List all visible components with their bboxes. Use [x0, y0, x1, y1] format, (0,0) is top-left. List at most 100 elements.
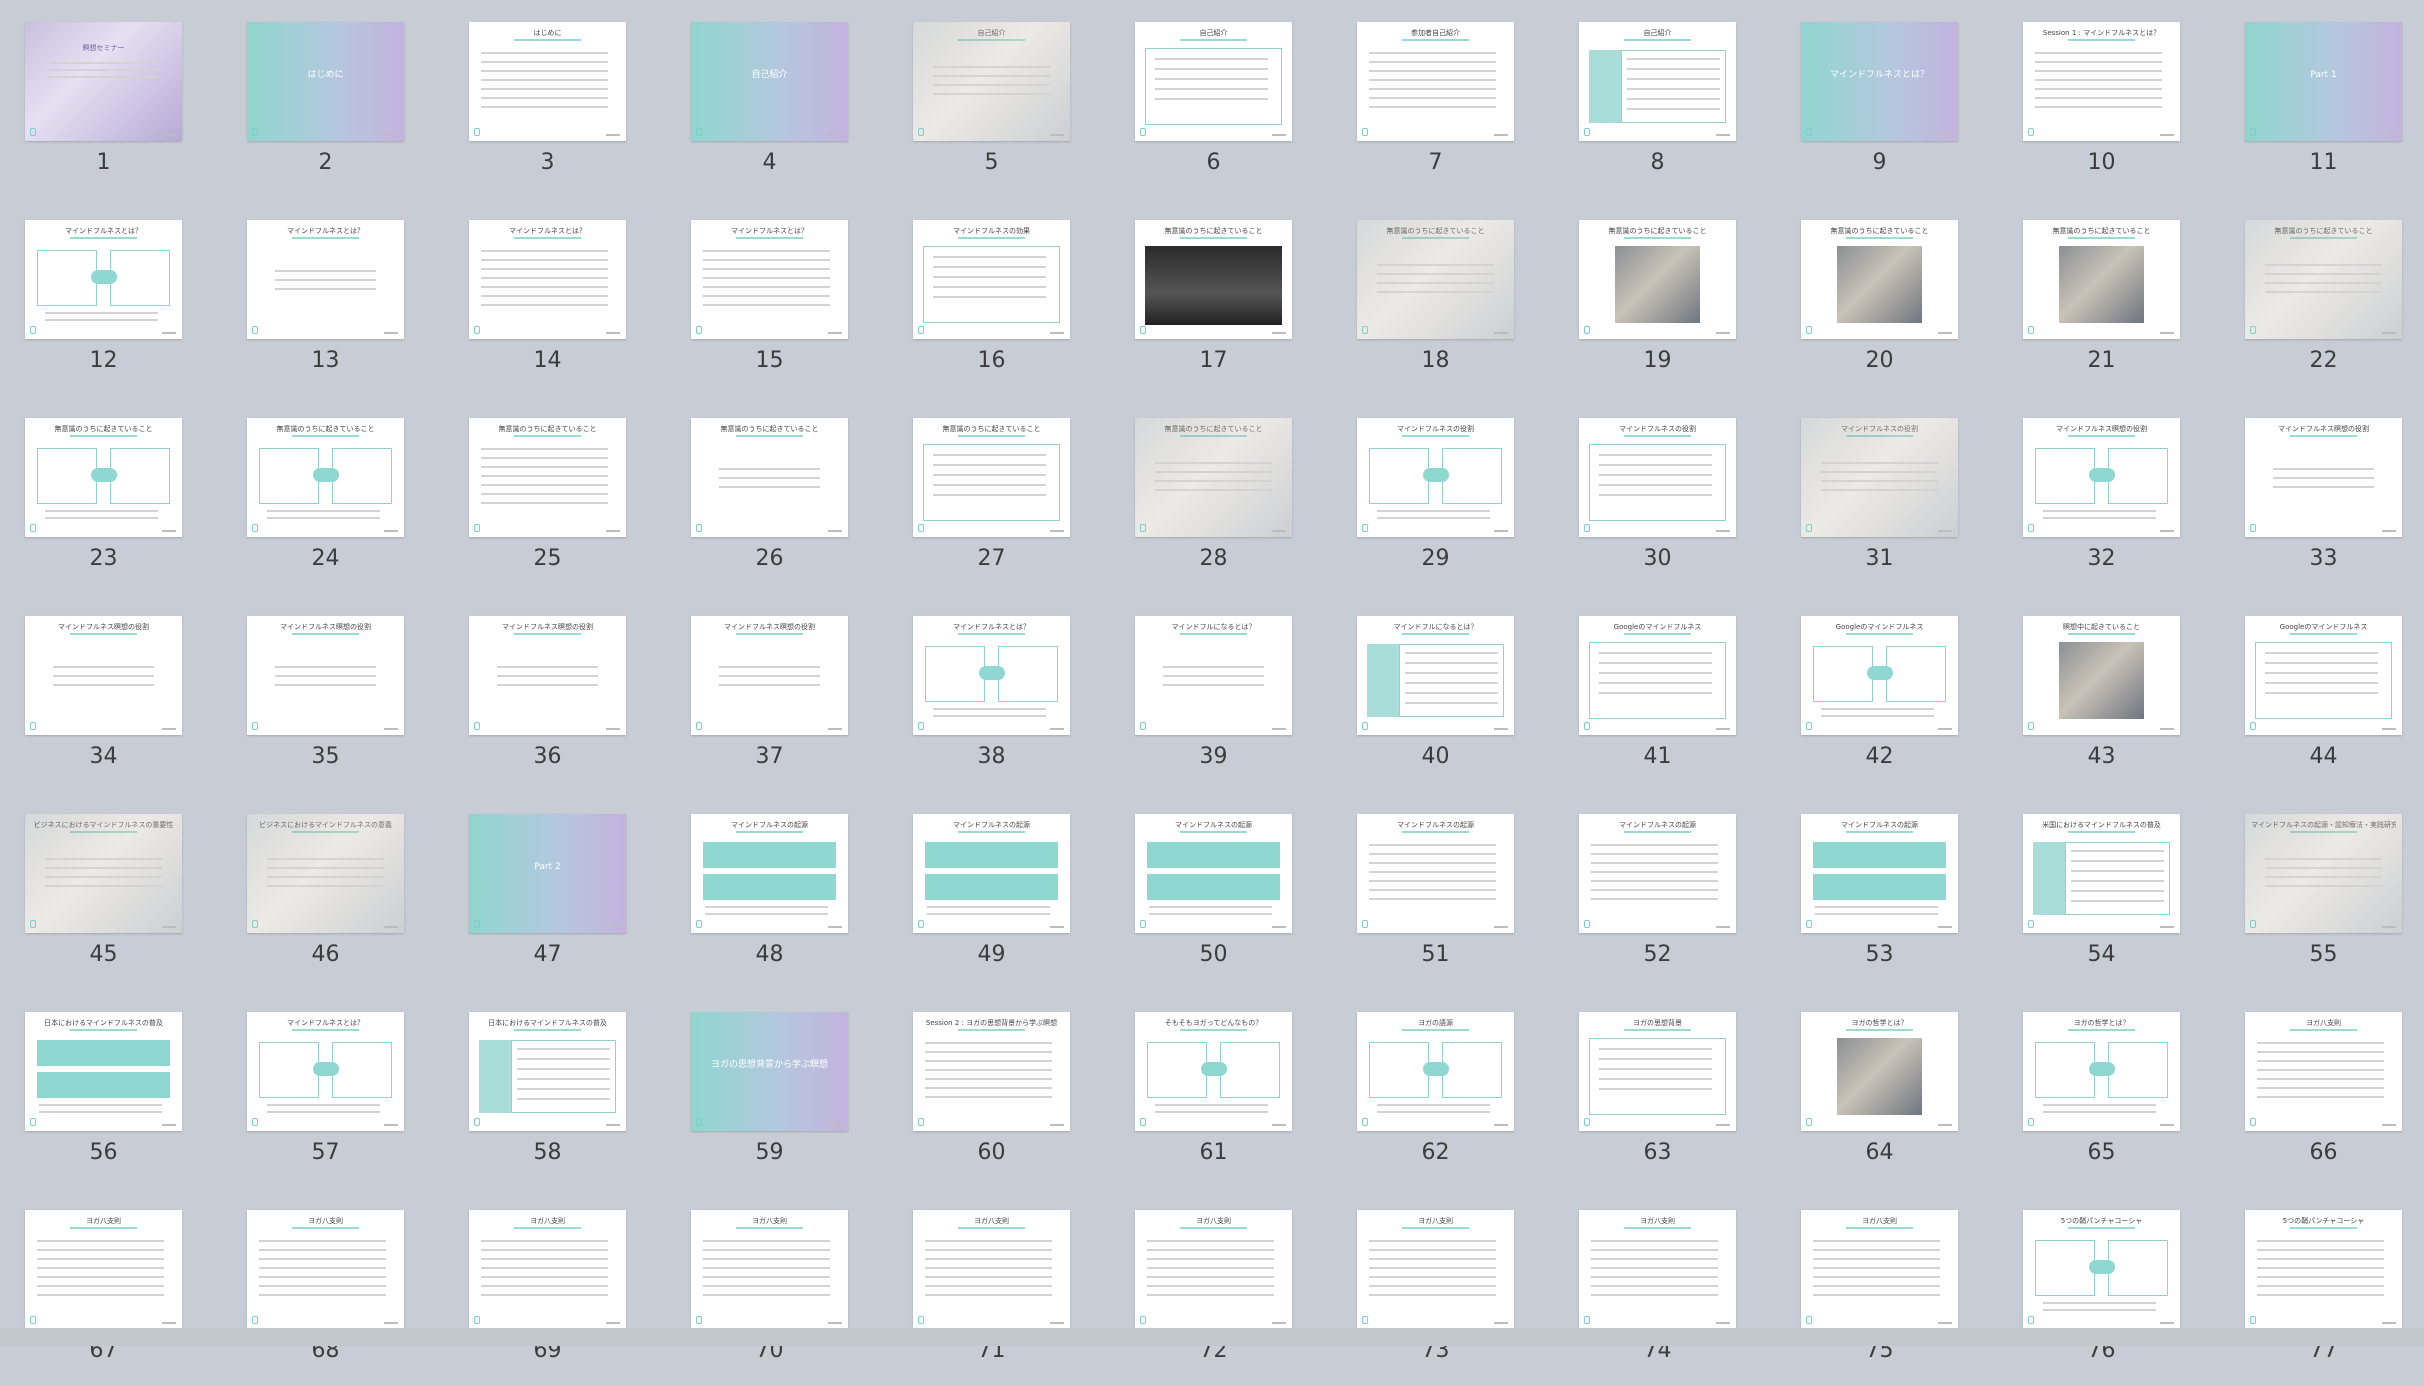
- slide-photo: [1837, 246, 1922, 323]
- slide-thumbnail[interactable]: マインドフルネス瞑想の役割: [469, 616, 626, 735]
- slide-thumbnail[interactable]: 無意識のうちに起きていること: [1579, 220, 1736, 339]
- slide-thumbnail[interactable]: マインドフルネス瞑想の役割: [25, 616, 182, 735]
- slide-thumbnail[interactable]: 無意識のうちに起きていること: [247, 418, 404, 537]
- slide-thumbnail[interactable]: マインドフルネス瞑想の役割: [2245, 418, 2402, 537]
- slide-thumbnail[interactable]: ヨガの語源: [1357, 1012, 1514, 1131]
- slide-thumbnail[interactable]: 5つの鞘パンチャコーシャ: [2023, 1210, 2180, 1329]
- slide-title: 自己紹介: [1199, 29, 1228, 37]
- slide-thumbnail[interactable]: マインドフルネスの起源: [913, 814, 1070, 933]
- text-line: [1155, 58, 1268, 60]
- slide-thumbnail[interactable]: マインドフルネスの効果: [913, 220, 1070, 339]
- slide-thumbnail[interactable]: マインドフルネスとは？: [691, 220, 848, 339]
- slide-thumbnail[interactable]: 自己紹介: [691, 22, 848, 141]
- slide-thumbnail[interactable]: ヨガ八支則: [2245, 1012, 2402, 1131]
- text-line: [1591, 1285, 1718, 1287]
- slide-thumbnail[interactable]: 無意識のうちに起きていること: [2023, 220, 2180, 339]
- slide-thumbnail[interactable]: Part 1: [2245, 22, 2402, 141]
- slide-thumbnail[interactable]: 自己紹介: [1135, 22, 1292, 141]
- slide-thumbnail[interactable]: ヨガの哲学とは？: [1801, 1012, 1958, 1131]
- slide-thumbnail[interactable]: 日本におけるマインドフルネスの普及: [469, 1012, 626, 1131]
- slide-thumbnail[interactable]: マインドフルネス瞑想の役割: [247, 616, 404, 735]
- slide-thumbnail[interactable]: マインドフルネス瞑想の役割: [2023, 418, 2180, 537]
- slide-thumbnail[interactable]: マインドフルネスとは？: [25, 220, 182, 339]
- slide-thumbnail[interactable]: そもそもヨガってどんなもの？: [1135, 1012, 1292, 1131]
- footer-logo-icon: [474, 326, 480, 334]
- slide-thumbnail[interactable]: ヨガの思想背景から学ぶ瞑想: [691, 1012, 848, 1131]
- text-line: [481, 475, 608, 477]
- slide-thumbnail-cell: 参加者自己紹介 7: [1332, 0, 1554, 198]
- slide-thumbnail[interactable]: マインドフルネスの起源: [1579, 814, 1736, 933]
- slide-thumbnail[interactable]: 無意識のうちに起きていること: [691, 418, 848, 537]
- slide-thumbnail[interactable]: 参加者自己紹介: [1357, 22, 1514, 141]
- footer-text: [828, 332, 842, 334]
- text-line: [705, 906, 828, 908]
- slide-thumbnail[interactable]: 無意識のうちに起きていること: [913, 418, 1070, 537]
- slide-thumbnail[interactable]: 自己紹介: [1579, 22, 1736, 141]
- slide-thumbnail[interactable]: マインドフルネスの起源: [1801, 814, 1958, 933]
- slide-thumbnail[interactable]: Session 2 : ヨガの思想背景から学ぶ瞑想: [913, 1012, 1070, 1131]
- text-line: [2265, 672, 2378, 674]
- slide-thumbnail[interactable]: マインドフルネスとは？: [469, 220, 626, 339]
- slide-thumbnail[interactable]: マインドフルネスとは？: [913, 616, 1070, 735]
- slide-thumbnail[interactable]: Googleのマインドフルネス: [2245, 616, 2402, 735]
- slide-number: 36: [533, 744, 562, 769]
- slide-thumbnail[interactable]: マインドフルネスとは？: [247, 220, 404, 339]
- footer-text: [1050, 134, 1064, 136]
- slide-thumbnail[interactable]: ビジネスにおけるマインドフルネスの重要性: [25, 814, 182, 933]
- slide-thumbnail[interactable]: ヨガ八支則: [1579, 1210, 1736, 1329]
- slide-thumbnail[interactable]: 日本におけるマインドフルネスの普及: [25, 1012, 182, 1131]
- slide-thumbnail[interactable]: 無意識のうちに起きていること: [1801, 220, 1958, 339]
- slide-thumbnail[interactable]: ヨガ八支則: [1357, 1210, 1514, 1329]
- slide-thumbnail[interactable]: ヨガ八支則: [691, 1210, 848, 1329]
- footer-text: [1050, 1322, 1064, 1324]
- slide-thumbnail[interactable]: マインドフルネスの起源・認知療法・実践研究: [2245, 814, 2402, 933]
- text-line: [1599, 484, 1712, 486]
- slide-thumbnail[interactable]: マインドフルネス瞑想の役割: [691, 616, 848, 735]
- slide-thumbnail[interactable]: Part 2: [469, 814, 626, 933]
- text-line: [481, 1258, 608, 1260]
- slide-thumbnail[interactable]: マインドフルネスの起源: [1135, 814, 1292, 933]
- slide-thumbnail[interactable]: ヨガ八支則: [1801, 1210, 1958, 1329]
- slide-thumbnail[interactable]: はじめに: [469, 22, 626, 141]
- slide-thumbnail[interactable]: 米国におけるマインドフルネスの普及: [2023, 814, 2180, 933]
- text-line: [719, 468, 820, 470]
- slide-thumbnail[interactable]: Googleのマインドフルネス: [1801, 616, 1958, 735]
- diagram-box: [1813, 646, 1873, 702]
- text-line: [45, 319, 158, 321]
- slide-thumbnail[interactable]: ヨガの思想背景: [1579, 1012, 1736, 1131]
- subtitle-line: [1402, 1029, 1469, 1031]
- slide-thumbnail[interactable]: 瞑想セミナー: [25, 22, 182, 141]
- slide-thumbnail[interactable]: 自己紹介: [913, 22, 1070, 141]
- slide-thumbnail[interactable]: マインドフルネスの役割: [1801, 418, 1958, 537]
- slide-thumbnail[interactable]: ヨガ八支則: [1135, 1210, 1292, 1329]
- slide-thumbnail[interactable]: 無意識のうちに起きていること: [2245, 220, 2402, 339]
- slide-thumbnail[interactable]: 瞑想中に起きていること: [2023, 616, 2180, 735]
- slide-thumbnail[interactable]: 無意識のうちに起きていること: [1135, 220, 1292, 339]
- slide-thumbnail[interactable]: マインドフルネスとは？: [247, 1012, 404, 1131]
- slide-thumbnail[interactable]: ヨガ八支則: [469, 1210, 626, 1329]
- slide-thumbnail[interactable]: ヨガ八支則: [247, 1210, 404, 1329]
- slide-thumbnail[interactable]: はじめに: [247, 22, 404, 141]
- slide-thumbnail[interactable]: マインドフルネスの起源: [691, 814, 848, 933]
- horizontal-scrollbar[interactable]: [0, 1328, 2424, 1346]
- slide-thumbnail[interactable]: Session 1 : マインドフルネスとは？: [2023, 22, 2180, 141]
- slide-thumbnail[interactable]: ヨガ八支則: [25, 1210, 182, 1329]
- slide-thumbnail[interactable]: Googleのマインドフルネス: [1579, 616, 1736, 735]
- slide-thumbnail[interactable]: マインドフルになるとは？: [1135, 616, 1292, 735]
- slide-thumbnail[interactable]: マインドフルネスの起源: [1357, 814, 1514, 933]
- slide-thumbnail[interactable]: 5つの鞘パンチャコーシャ: [2245, 1210, 2402, 1329]
- slide-thumbnail[interactable]: マインドフルネスとは？: [1801, 22, 1958, 141]
- slide-thumbnail[interactable]: ビジネスにおけるマインドフルネスの意義: [247, 814, 404, 933]
- slide-thumbnail[interactable]: ヨガ八支則: [913, 1210, 1070, 1329]
- text-line: [1155, 68, 1268, 70]
- text-line: [1147, 1276, 1274, 1278]
- text-line: [37, 1240, 164, 1242]
- slide-thumbnail[interactable]: マインドフルになるとは？: [1357, 616, 1514, 735]
- slide-thumbnail[interactable]: 無意識のうちに起きていること: [25, 418, 182, 537]
- slide-thumbnail[interactable]: 無意識のうちに起きていること: [1357, 220, 1514, 339]
- slide-thumbnail[interactable]: 無意識のうちに起きていること: [469, 418, 626, 537]
- slide-thumbnail[interactable]: 無意識のうちに起きていること: [1135, 418, 1292, 537]
- slide-thumbnail[interactable]: マインドフルネスの役割: [1357, 418, 1514, 537]
- slide-thumbnail[interactable]: マインドフルネスの役割: [1579, 418, 1736, 537]
- slide-thumbnail[interactable]: ヨガの哲学とは？: [2023, 1012, 2180, 1131]
